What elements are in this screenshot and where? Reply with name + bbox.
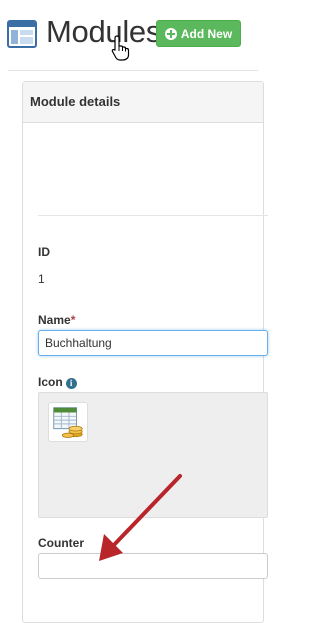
hand-pointer-cursor-icon bbox=[111, 35, 130, 61]
info-icon[interactable]: i bbox=[65, 378, 77, 389]
counter-label: Counter bbox=[38, 536, 84, 550]
spreadsheet-coins-icon bbox=[53, 407, 83, 438]
icon-label-text: Icon bbox=[38, 375, 63, 389]
name-input-value: Buchhaltung bbox=[45, 336, 112, 350]
name-input[interactable]: Buchhaltung bbox=[38, 330, 268, 356]
add-new-button[interactable]: Add New bbox=[156, 20, 241, 47]
icon-label: Icon i bbox=[38, 375, 77, 389]
header-divider bbox=[8, 70, 258, 71]
page-title: Modules bbox=[46, 14, 162, 49]
page-header: Modules Add New bbox=[0, 0, 258, 70]
plus-circle-icon bbox=[164, 27, 177, 40]
counter-input[interactable] bbox=[38, 553, 268, 579]
panel-divider bbox=[38, 215, 268, 216]
id-label: ID bbox=[38, 245, 50, 259]
module-details-panel: Module details ID 1 Name* Buchhaltung Ic… bbox=[22, 81, 268, 623]
icon-picker-area[interactable] bbox=[38, 392, 268, 518]
selected-icon-tile[interactable] bbox=[48, 402, 88, 442]
required-mark: * bbox=[70, 313, 76, 327]
add-new-button-label: Add New bbox=[180, 26, 233, 41]
panel-heading: Module details bbox=[23, 82, 263, 123]
id-value: 1 bbox=[38, 272, 45, 286]
modules-icon bbox=[7, 20, 37, 48]
name-label: Name* bbox=[38, 313, 75, 327]
name-label-text: Name bbox=[38, 313, 71, 327]
